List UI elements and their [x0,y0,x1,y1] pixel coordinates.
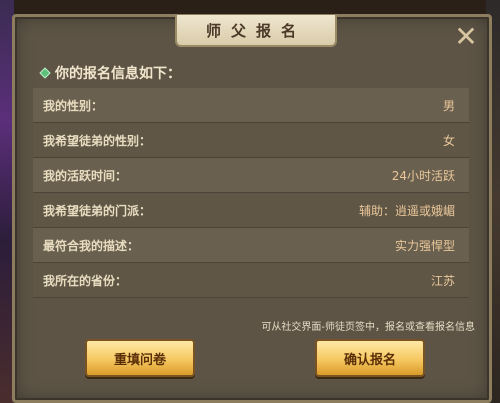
dialog-title: 师父报名 [205,21,306,40]
row-label: 我的活跃时间： [43,168,128,183]
confirm-signup-button[interactable]: 确认报名 [315,339,425,377]
close-icon[interactable]: ✕ [453,23,479,51]
row-label: 我希望徒弟的门派： [43,203,152,218]
refill-button-label: 重填问卷 [113,352,166,368]
title-plate: 师父报名 [175,15,337,47]
row-value: 辅助：逍遥或娥嵋 [358,203,455,218]
row-label: 我希望徒弟的性别： [43,133,152,148]
master-signup-dialog: 师父报名 ✕ 你的报名信息如下： 我的性别： 男 我希望徒弟的性别： 女 我的活… [12,14,492,403]
info-header: 你的报名信息如下： [39,63,181,83]
info-row-description: 最符合我的描述： 实力强悍型 [33,228,469,263]
info-row-gender: 我的性别： 男 [33,88,469,123]
info-header-text: 你的报名信息如下： [55,66,181,82]
row-value: 江苏 [430,273,455,288]
confirm-button-label: 确认报名 [343,352,396,368]
row-label: 最符合我的描述： [43,238,140,253]
row-value: 女 [442,133,455,148]
diamond-bullet-icon [39,67,51,79]
row-label: 我的性别： [43,98,104,113]
info-table: 我的性别： 男 我希望徒弟的性别： 女 我的活跃时间： 24小时活跃 我希望徒弟… [33,88,469,298]
refill-questionnaire-button[interactable]: 重填问卷 [85,339,195,377]
hint-text: 可从社交界面-师徒页签中，报名或查看报名信息 [261,322,475,333]
info-row-province: 我所在的省份： 江苏 [33,263,469,298]
row-value: 24小时活跃 [391,168,455,183]
info-row-active-time: 我的活跃时间： 24小时活跃 [33,158,469,193]
info-row-apprentice-gender: 我希望徒弟的性别： 女 [33,123,469,158]
info-row-apprentice-sect: 我希望徒弟的门派： 辅助：逍遥或娥嵋 [33,193,469,228]
row-value: 男 [442,98,455,113]
row-value: 实力强悍型 [394,238,455,253]
row-label: 我所在的省份： [43,273,128,288]
